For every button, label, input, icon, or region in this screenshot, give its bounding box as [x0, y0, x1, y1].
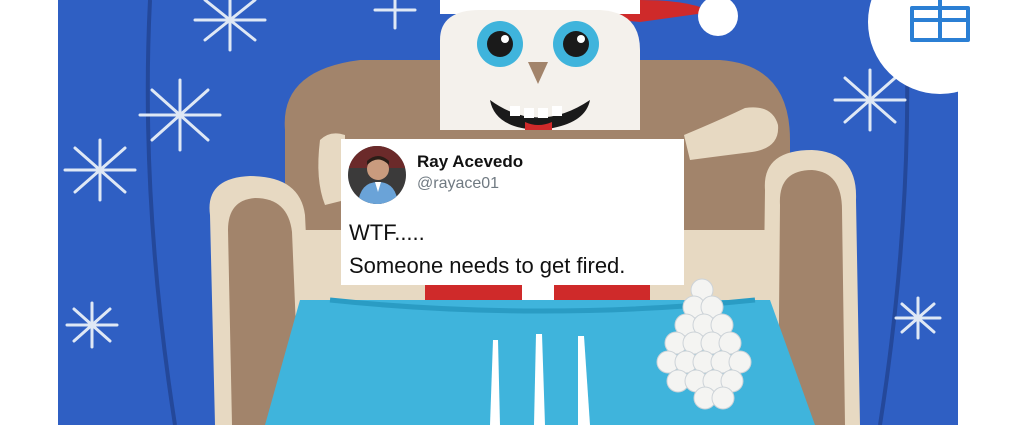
avatar-image [348, 146, 406, 204]
tweet-display-name[interactable]: Ray Acevedo [417, 152, 523, 172]
tweet-handle[interactable]: @rayace01 [417, 175, 499, 193]
tweet-card[interactable]: Ray Acevedo @rayace01 WTF..... Someone n… [341, 139, 684, 285]
tweet-text-line-1: WTF..... [349, 220, 425, 245]
avatar[interactable] [348, 146, 406, 204]
tweet-text-line-2: Someone needs to get fired. [349, 253, 626, 278]
